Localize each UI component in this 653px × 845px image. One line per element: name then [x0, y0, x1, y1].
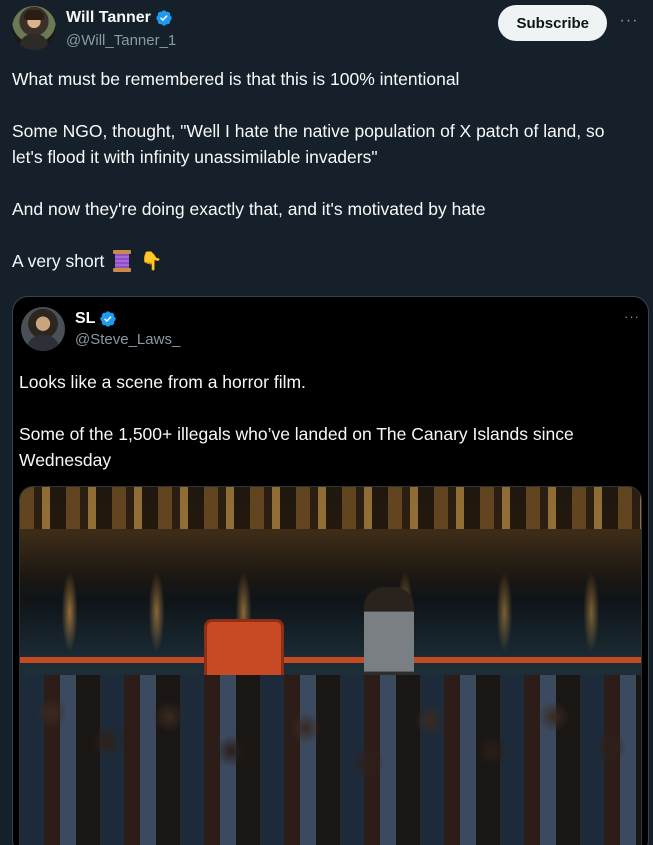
quoted-author-name[interactable]: SL: [75, 310, 95, 328]
quoted-paragraph: Some of the 1,500+ illegals who’ve lande…: [19, 424, 574, 470]
tweet-paragraph: What must be remembered is that this is …: [12, 69, 460, 89]
tweet-paragraph: Some NGO, thought, "Well I hate the nati…: [12, 121, 605, 167]
tweet: Will Tanner @Will_Tanner_1 Subscribe ···…: [0, 0, 653, 845]
quoted-tweet-text: Looks like a scene from a horror film. S…: [19, 369, 634, 499]
photo-water-reflections: [20, 567, 641, 657]
avatar-hair: [24, 10, 44, 20]
quoted-author-info: SL @Steve_Laws_: [75, 309, 180, 348]
subscribe-button[interactable]: Subscribe: [498, 5, 607, 41]
author-info: Will Tanner @Will_Tanner_1: [66, 6, 176, 49]
more-options-icon[interactable]: ···: [617, 12, 641, 34]
quoted-author-avatar[interactable]: [21, 307, 65, 351]
author-handle[interactable]: @Will_Tanner_1: [66, 32, 176, 49]
author-name[interactable]: Will Tanner: [66, 9, 151, 27]
quoted-tweet[interactable]: SL @Steve_Laws_ ··· Looks like a scene f…: [12, 296, 649, 845]
tweet-last-text: A very short: [12, 251, 105, 271]
tweet-paragraph: And now they're doing exactly that, and …: [12, 199, 486, 219]
quoted-author-handle[interactable]: @Steve_Laws_: [75, 331, 180, 348]
tweet-last-line: A very short 👇: [12, 248, 613, 274]
avatar-body: [20, 34, 48, 50]
avatar-body: [27, 335, 59, 351]
verified-badge-icon: [100, 311, 117, 327]
photo-town-lights: [20, 487, 641, 529]
photo-boat-rail: [20, 657, 641, 663]
quoted-tweet-header: SL @Steve_Laws_ ···: [21, 307, 640, 351]
quoted-more-options-icon[interactable]: ···: [624, 309, 640, 324]
author-avatar[interactable]: [12, 6, 56, 50]
verified-badge-icon: [156, 10, 172, 26]
photo-crowd: [20, 675, 641, 845]
pointing-down-icon: 👇: [140, 251, 163, 271]
thread-spool-icon: [112, 249, 132, 273]
quoted-author-name-line: SL: [75, 309, 180, 329]
quoted-paragraph: Looks like a scene from a horror film.: [19, 372, 306, 392]
author-name-line: Will Tanner: [66, 6, 176, 30]
quoted-tweet-photo[interactable]: [19, 486, 642, 845]
tweet-header: Will Tanner @Will_Tanner_1 Subscribe ···: [12, 4, 641, 54]
tweet-text: What must be remembered is that this is …: [12, 66, 613, 274]
